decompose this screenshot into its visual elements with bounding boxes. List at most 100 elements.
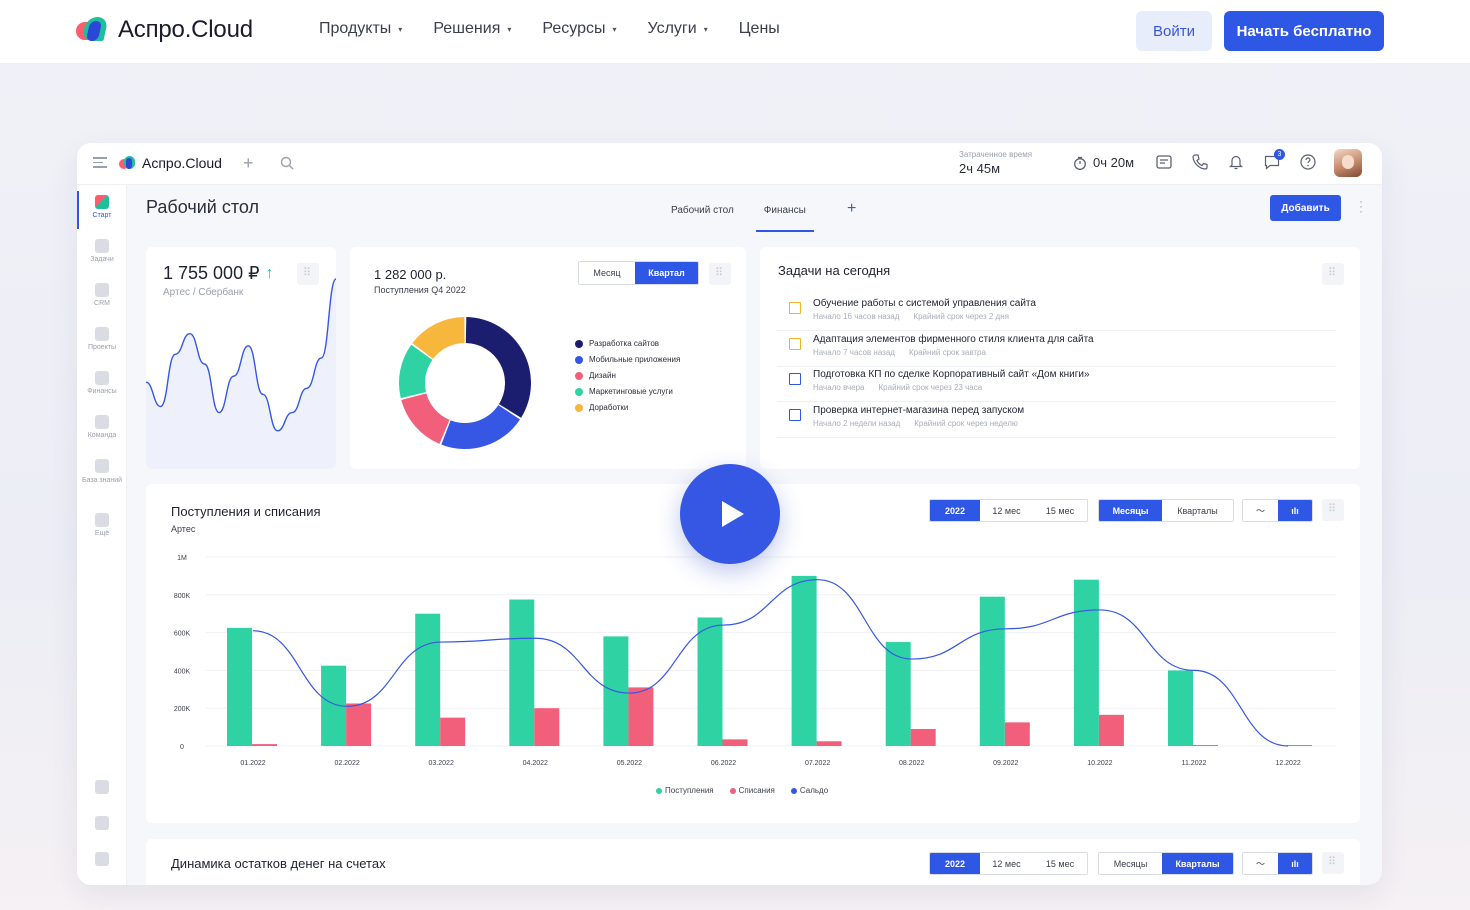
notes-icon[interactable] <box>1155 153 1173 171</box>
dashboard-tabs: Рабочий стол Финансы <box>671 205 814 232</box>
year-range-toggle: 2022 12 мес 15 мес <box>929 852 1088 875</box>
legend-label: Маркетинговые услуги <box>589 387 673 396</box>
tasks-icon <box>95 239 109 253</box>
income-bar <box>979 596 1005 746</box>
income-bar <box>1073 579 1099 746</box>
finance-icon <box>95 371 109 385</box>
task-deadline: Крайний срок завтра <box>908 348 986 357</box>
granularity-toggle: Месяцы Кварталы <box>1098 852 1234 875</box>
drag-handle-icon[interactable] <box>1322 263 1344 285</box>
sparkline-area <box>146 279 336 469</box>
sidebar-item-finance[interactable]: Финансы <box>77 371 127 395</box>
task-checkbox[interactable] <box>789 302 801 314</box>
expense-bar <box>252 744 277 746</box>
task-deadline: Крайний срок через 23 часа <box>878 383 983 392</box>
nav-services[interactable]: Услуги ▾ <box>647 20 707 38</box>
x-tick-label: 06.2022 <box>711 760 736 767</box>
sidebar-item-more[interactable]: Ещё <box>77 513 127 537</box>
legend-item: Разработка сайтов <box>575 339 680 348</box>
y-tick-label: 600K <box>174 631 191 638</box>
x-tick-label: 04.2022 <box>523 760 548 767</box>
nav-solutions[interactable]: Решения ▾ <box>433 20 511 38</box>
sidebar-item-team[interactable]: Команда <box>77 415 127 439</box>
donut-slice <box>465 317 531 418</box>
drag-handle-icon[interactable] <box>1322 852 1344 874</box>
range-15m-button[interactable]: 15 мес <box>1033 853 1087 874</box>
line-chart-icon[interactable]: 〜 <box>1243 853 1278 874</box>
chat-button[interactable]: 3 <box>1263 149 1285 171</box>
help-icon[interactable] <box>1299 153 1317 171</box>
x-tick-label: 10.2022 <box>1087 760 1112 767</box>
donut-slice <box>441 405 521 449</box>
phone-icon[interactable] <box>1191 153 1209 171</box>
months-button[interactable]: Месяцы <box>1099 853 1162 874</box>
search-icon[interactable] <box>280 156 294 170</box>
legend-label: Списания <box>738 786 775 795</box>
task-item[interactable]: Адаптация элементов фирменного стиля кли… <box>777 331 1336 367</box>
balances-title: Динамика остатков денег на счетах <box>171 856 386 871</box>
avatar[interactable] <box>1334 149 1362 177</box>
tab-desktop[interactable]: Рабочий стол <box>671 205 734 232</box>
y-tick-label: 200K <box>174 706 191 713</box>
time-spent-label: Затраченное время <box>959 150 1033 159</box>
kebab-menu-icon[interactable]: · · · <box>1359 195 1363 217</box>
drag-handle-icon[interactable] <box>709 263 731 285</box>
quarters-button[interactable]: Кварталы <box>1162 853 1233 874</box>
task-checkbox[interactable] <box>789 409 801 421</box>
legend-dot <box>656 787 662 794</box>
site-logo[interactable]: Аспро.Cloud <box>76 16 253 44</box>
task-checkbox[interactable] <box>789 373 801 385</box>
task-item[interactable]: Проверка интернет-магазина перед запуско… <box>777 402 1336 438</box>
caret-down-icon: ▾ <box>703 24 708 34</box>
legend-dot <box>729 787 736 794</box>
sidebar-item-crm[interactable]: CRM <box>77 283 127 307</box>
menu-icon[interactable] <box>93 157 107 169</box>
task-start: Начало 16 часов назад <box>813 312 900 321</box>
bar-chart-icon[interactable]: ılı <box>1278 853 1312 874</box>
start-free-button[interactable]: Начать бесплатно <box>1224 11 1384 51</box>
task-checkbox[interactable] <box>789 338 801 350</box>
sidebar-item-start[interactable]: Старт <box>77 191 127 229</box>
expense-bar <box>534 708 560 746</box>
play-video-button[interactable] <box>680 464 780 564</box>
bell-icon[interactable] <box>1227 153 1245 171</box>
task-deadline: Крайний срок через неделю <box>914 419 1018 428</box>
logo-mark-icon <box>76 17 110 43</box>
login-button[interactable]: Войти <box>1136 11 1212 51</box>
profile-settings-icon[interactable] <box>95 852 109 866</box>
tab-finance[interactable]: Финансы <box>755 205 814 232</box>
team-icon <box>95 415 109 429</box>
puzzle-icon[interactable] <box>95 780 109 794</box>
settings-icon[interactable] <box>95 816 109 830</box>
range-12m-button[interactable]: 12 мес <box>980 853 1033 874</box>
plus-icon[interactable]: + <box>243 153 254 174</box>
period-quarter-button[interactable]: Квартал <box>635 262 698 284</box>
expense-bar <box>910 728 936 746</box>
y-tick-label: 400K <box>174 668 191 675</box>
legend-label: Доработки <box>589 403 629 412</box>
timer[interactable]: 0ч 20м <box>1073 155 1134 170</box>
donut-slice <box>401 393 450 444</box>
legend-item: Списания <box>729 786 775 795</box>
x-tick-label: 01.2022 <box>240 760 265 767</box>
period-month-button[interactable]: Месяц <box>579 262 635 284</box>
sidebar-item-projects[interactable]: Проекты <box>77 327 127 351</box>
balance-sparkline <box>146 278 336 469</box>
app-logo[interactable]: Аспро.Cloud <box>119 155 222 171</box>
task-item[interactable]: Обучение работы с системой управления са… <box>777 295 1336 331</box>
add-tab-icon[interactable]: + <box>847 200 856 218</box>
task-meta: Начало 16 часов назад Крайний срок через … <box>813 312 1023 321</box>
task-meta: Начало вчера Крайний срок через 23 часа <box>813 383 996 392</box>
nav-products[interactable]: Продукты ▾ <box>319 20 402 38</box>
add-widget-button[interactable]: Добавить <box>1270 195 1341 221</box>
nav-prices[interactable]: Цены <box>739 20 780 38</box>
task-item[interactable]: Подготовка КП по сделке Корпоративный са… <box>777 366 1336 402</box>
nav-resources[interactable]: Ресурсы ▾ <box>542 20 616 38</box>
x-tick-label: 07.2022 <box>805 760 830 767</box>
task-start: Начало 7 часов назад <box>813 348 895 357</box>
sidebar-item-knowledge[interactable]: База знаний <box>77 459 127 486</box>
app-topbar: Аспро.Cloud + Затраченное время 2ч 45м 0… <box>77 143 1382 185</box>
sidebar-item-tasks[interactable]: Задачи <box>77 239 127 263</box>
legend-item: Сальдо <box>790 786 828 795</box>
range-2022-button[interactable]: 2022 <box>930 853 980 874</box>
